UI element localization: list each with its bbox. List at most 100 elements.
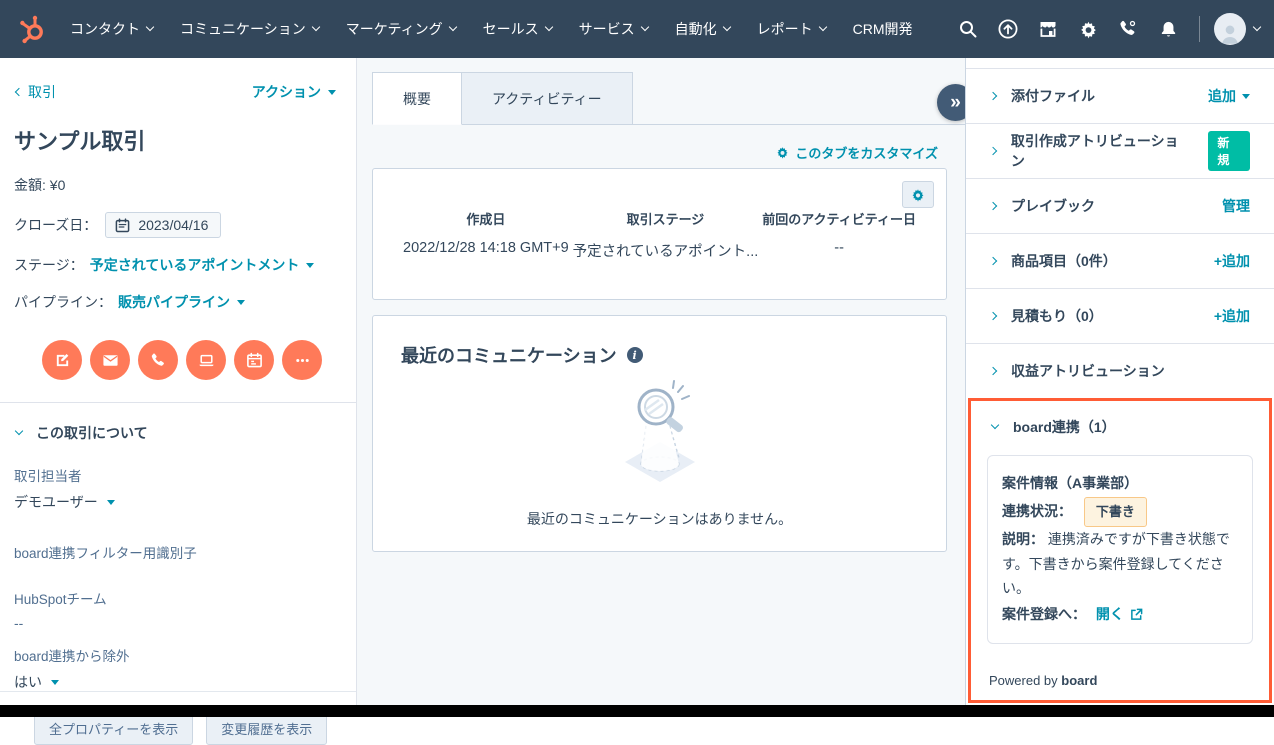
chevron-right-icon xyxy=(988,311,998,321)
email-button[interactable] xyxy=(90,340,130,380)
nav-sales[interactable]: セールス xyxy=(482,19,553,39)
more-button[interactable] xyxy=(282,340,322,380)
chevron-down-icon xyxy=(311,22,320,32)
nav-marketing[interactable]: マーケティング xyxy=(346,19,457,39)
section-attachments[interactable]: 添付ファイル 追加 xyxy=(966,68,1274,123)
chevron-right-icon xyxy=(988,366,998,376)
property-value: -- xyxy=(14,615,24,631)
chevron-down-icon xyxy=(145,22,155,32)
caret-down-icon xyxy=(106,499,115,505)
nav-reports-label: レポート xyxy=(756,21,813,37)
section-action-label: +追加 xyxy=(1213,308,1250,324)
close-date-row: クローズ日： 2023/04/16 xyxy=(0,195,356,238)
manage-playbooks-link[interactable]: 管理 xyxy=(1222,196,1250,216)
call-button[interactable] xyxy=(138,340,178,380)
tab-label: アクティビティー xyxy=(492,90,602,107)
section-title: 見積もり（0） xyxy=(1011,308,1103,324)
search-icon[interactable] xyxy=(951,12,985,46)
about-deal-section-toggle[interactable]: この取引について xyxy=(0,403,356,443)
summary-settings-button[interactable] xyxy=(902,181,934,208)
task-button[interactable] xyxy=(186,340,226,380)
section-title: 添付ファイル xyxy=(1011,88,1095,104)
nav-automation[interactable]: 自動化 xyxy=(675,19,731,39)
description-label: 説明： xyxy=(1002,531,1044,548)
board-section-toggle[interactable]: board連携（1） xyxy=(971,401,1269,453)
about-deal-title: この取引について xyxy=(36,425,148,441)
meeting-button[interactable] xyxy=(234,340,274,380)
nav-contacts[interactable]: コンタクト xyxy=(70,19,155,39)
board-exclude-dropdown[interactable]: はい xyxy=(14,672,59,692)
info-icon[interactable]: i xyxy=(626,347,643,363)
deal-title: サンプル取引 xyxy=(14,129,146,154)
nav-service[interactable]: サービス xyxy=(579,19,649,39)
chevron-down-icon xyxy=(544,22,553,32)
caret-down-icon xyxy=(306,262,315,268)
customize-tab-link[interactable]: このタブをカスタマイズ xyxy=(776,143,938,162)
actions-dropdown[interactable]: アクション xyxy=(252,82,336,102)
gear-icon xyxy=(911,188,925,202)
summary-deal-stage: 取引ステージ 予定されているアポイント... xyxy=(573,209,759,261)
back-to-deals-link[interactable]: 取引 xyxy=(14,82,56,102)
chevron-right-icon xyxy=(988,146,998,156)
summary-label: 取引ステージ xyxy=(626,212,705,227)
open-case-link[interactable]: 開く xyxy=(1096,601,1143,628)
deal-main-content: 概要 アクティビティー » このタブをカスタマイズ 作成日 2022/12/28… xyxy=(357,58,974,705)
settings-gear-icon[interactable] xyxy=(1071,12,1105,46)
chevron-down-icon xyxy=(1252,22,1262,32)
board-case-card: 案件情報（A事業部） 連携状況： 下書き 説明： 連携済みですが下書き状態です。… xyxy=(987,455,1253,645)
nav-reports[interactable]: レポート xyxy=(756,19,827,39)
deal-sidebar: 取引 アクション サンプル取引 金額: ¥0 クローズ日： 2023/04/16… xyxy=(0,58,357,745)
nav-sales-label: セールス xyxy=(482,21,539,37)
status-label: 連携状況： xyxy=(1002,502,1072,519)
case-register-row: 案件登録へ： 開く xyxy=(1002,601,1238,628)
summary-value: 2022/12/28 14:18 GMT+9 xyxy=(403,240,569,256)
amount-value: 金額: ¥0 xyxy=(14,177,66,193)
chevron-down-icon xyxy=(722,22,731,32)
section-line-items[interactable]: 商品項目（0件） +追加 xyxy=(966,233,1274,288)
property-deal-owner: 取引担当者 デモユーザー xyxy=(0,465,356,512)
close-date-input[interactable]: 2023/04/16 xyxy=(105,212,222,238)
pipeline-dropdown[interactable]: 販売パイプライン xyxy=(118,292,245,312)
stage-dropdown[interactable]: 予定されているアポイントメント xyxy=(90,255,315,275)
caret-down-icon xyxy=(328,89,336,95)
account-menu[interactable] xyxy=(1214,13,1262,45)
call-icon[interactable] xyxy=(1111,12,1145,46)
quick-actions xyxy=(0,312,356,380)
section-revenue-attribution[interactable]: 収益アトリビューション xyxy=(966,343,1274,398)
section-title: プレイブック xyxy=(1011,198,1095,214)
section-quotes[interactable]: 見積もり（0） +追加 xyxy=(966,288,1274,343)
case-description: 説明： 連携済みですが下書き状態です。下書きから案件登録してください。 xyxy=(1002,527,1238,601)
section-title: 収益アトリビューション xyxy=(1011,363,1165,379)
navbar-tools xyxy=(951,12,1262,46)
caret-down-icon xyxy=(51,679,59,685)
amount-row: 金額: ¥0 xyxy=(0,156,356,195)
section-playbooks[interactable]: プレイブック 管理 xyxy=(966,178,1274,233)
section-title: 取引作成アトリビューション xyxy=(1010,133,1179,169)
case-heading: 案件情報（A事業部） xyxy=(1002,475,1139,491)
communications-empty-message: 最近のコミュニケーションはありません。 xyxy=(526,511,793,527)
note-button[interactable] xyxy=(42,340,82,380)
upload-icon[interactable] xyxy=(991,12,1025,46)
hubspot-logo-icon[interactable] xyxy=(18,14,48,44)
recent-communications-card: 最近のコミュニケーション i 最近のコミュニケーションはありません。 xyxy=(372,315,947,552)
gear-icon xyxy=(776,146,789,159)
chevron-down-icon xyxy=(818,22,827,32)
tab-overview[interactable]: 概要 xyxy=(372,72,462,125)
board-integration-section-highlighted: board連携（1） 案件情報（A事業部） 連携状況： 下書き 説明： 連携済み… xyxy=(968,398,1272,703)
empty-search-illustration xyxy=(401,372,918,497)
notifications-bell-icon[interactable] xyxy=(1151,12,1185,46)
tab-label: 概要 xyxy=(403,90,431,107)
add-attachment-dropdown[interactable]: 追加 xyxy=(1208,86,1250,106)
section-deal-attribution[interactable]: 取引作成アトリビューション 新規 xyxy=(966,123,1274,178)
property-label: HubSpotチーム xyxy=(14,592,107,607)
deal-owner-dropdown[interactable]: デモユーザー xyxy=(14,492,115,512)
add-quote-link[interactable]: +追加 xyxy=(1214,306,1250,326)
marketplace-icon[interactable] xyxy=(1031,12,1065,46)
nav-crm-dev[interactable]: CRM開発 xyxy=(853,19,913,39)
board-brand: board xyxy=(1061,673,1098,688)
nav-communications[interactable]: コミュニケーション xyxy=(180,19,320,39)
tab-activity[interactable]: アクティビティー xyxy=(462,72,633,125)
calendar-icon xyxy=(115,218,130,233)
section-title: board連携（1） xyxy=(1013,419,1116,435)
add-line-item-link[interactable]: +追加 xyxy=(1214,251,1250,271)
